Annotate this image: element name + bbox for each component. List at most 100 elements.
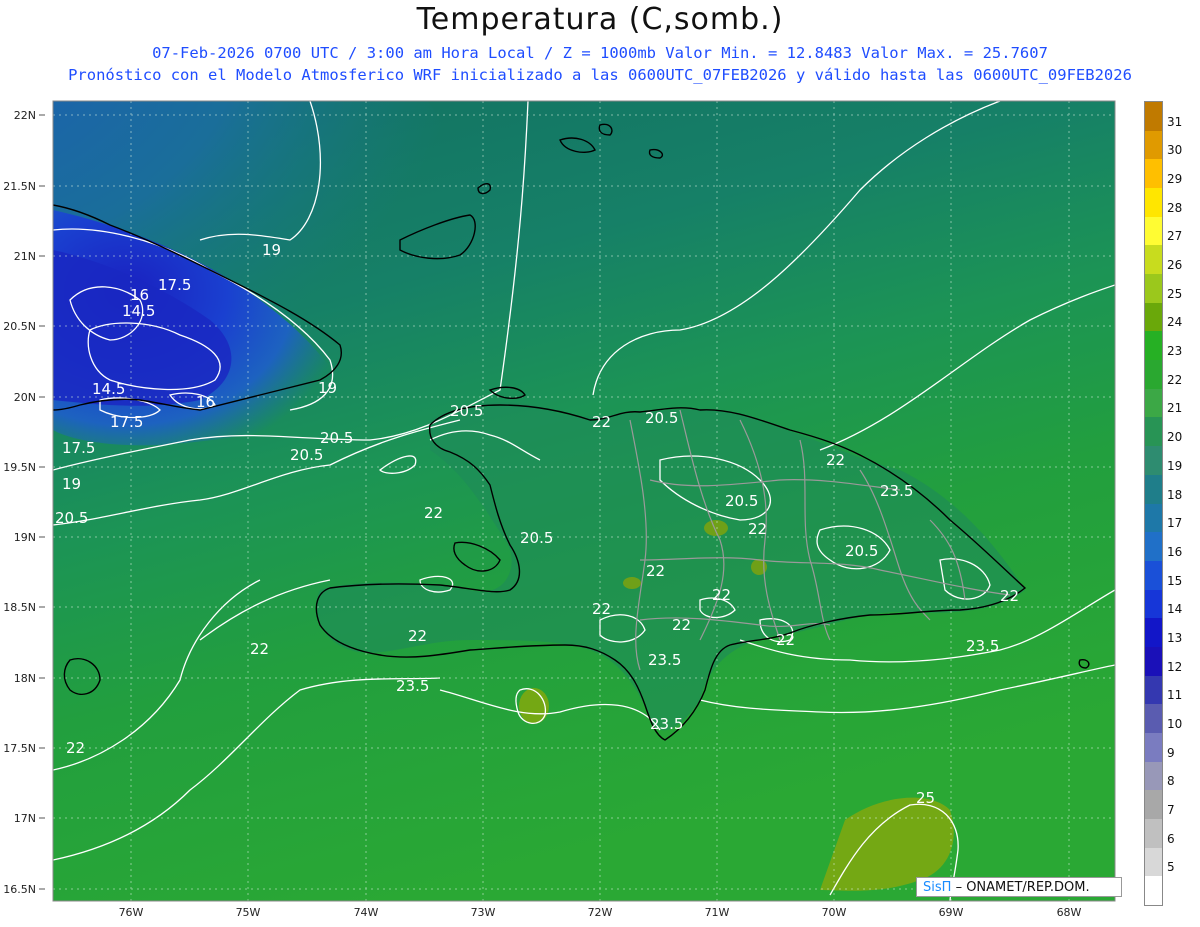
lon-tick-label: 71W [705,906,730,919]
lon-tick-label: 70W [822,906,847,919]
contour-label: 22 [592,413,611,431]
forecast-map: 19 17.5 16 14.5 14.5 17.5 16 19 17.5 20.… [3,100,1116,919]
contour-label: 23.5 [396,677,429,695]
legend-label: 14 [1167,602,1183,617]
contour-label: 22 [250,640,269,658]
lon-tick-label: 73W [471,906,496,919]
legend-label: 19 [1167,458,1183,473]
contour-label: 17.5 [110,413,143,431]
lat-tick-label: 18.5N [3,601,36,614]
lat-tick-label: 17N [14,812,36,825]
legend-label: 17 [1167,516,1183,531]
legend-label: 26 [1167,258,1183,273]
legend-label: 15 [1167,573,1183,588]
legend-swatch [1145,159,1162,189]
legend-swatch [1145,589,1162,619]
legend-swatch [1145,790,1162,820]
lat-tick-label: 20.5N [3,320,36,333]
legend-label: 16 [1167,544,1183,559]
legend-label: 5 [1167,860,1175,875]
lat-tick-label: 21N [14,250,36,263]
legend-label: 25 [1167,286,1183,301]
legend-label: 31 [1167,114,1183,129]
contour-label: 22 [66,739,85,757]
legend-swatch [1145,761,1162,791]
latitude-axis: 22N 21.5N 21N 20.5N 20N 19.5N 19N 18.5N … [3,109,36,896]
contour-label: 17.5 [62,439,95,457]
legend-label: 11 [1167,688,1183,703]
contour-label: 20.5 [725,492,758,510]
legend-label: 23 [1167,344,1183,359]
legend-swatch [1145,216,1162,246]
legend-swatch [1145,388,1162,418]
contour-label: 22 [672,616,691,634]
lat-tick-label: 21.5N [3,180,36,193]
legend-swatch [1145,274,1162,304]
lon-tick-label: 76W [119,906,144,919]
contour-label: 20.5 [290,446,323,464]
legend-swatch [1145,102,1162,132]
legend-label: 30 [1167,143,1183,158]
contour-label: 14.5 [92,380,125,398]
legend-swatch [1145,417,1162,447]
credit-box: SisΠ – ONAMET/REP.DOM. [916,877,1122,897]
legend-label: 24 [1167,315,1183,330]
legend-label: 6 [1167,831,1175,846]
contour-label: 16 [196,393,215,411]
color-legend [1144,101,1163,906]
legend-label: 29 [1167,172,1183,187]
lat-tick-label: 19.5N [3,461,36,474]
contour-label: 22 [592,600,611,618]
legend-swatch [1145,503,1162,533]
legend-swatch [1145,732,1162,763]
contour-label: 23.5 [648,651,681,669]
legend-label: 7 [1167,802,1175,817]
contour-label: 19 [62,475,81,493]
contour-label: 22 [712,586,731,604]
lat-tick-label: 20N [14,391,36,404]
legend-swatch [1145,446,1162,476]
lat-tick-label: 17.5N [3,742,36,755]
legend-label: 10 [1167,716,1183,731]
contour-label: 19 [262,241,281,259]
lat-tick-label: 22N [14,109,36,122]
lon-tick-label: 68W [1057,906,1082,919]
credit-brand: SisΠ [923,880,952,895]
contour-label: 20.5 [845,542,878,560]
contour-label: 20.5 [520,529,553,547]
contour-label: 20.5 [450,402,483,420]
legend-swatch [1145,360,1162,390]
contour-label: 23.5 [966,637,999,655]
legend-swatch [1145,646,1162,677]
legend-swatch [1145,618,1162,648]
legend-label: 18 [1167,487,1183,502]
legend-label: 9 [1167,745,1175,760]
lat-tick-label: 16.5N [3,883,36,896]
lon-tick-label: 69W [939,906,964,919]
longitude-axis: 76W 75W 74W 73W 72W 71W 70W 69W 68W [119,906,1082,919]
contour-label: 17.5 [158,276,191,294]
legend-label: 21 [1167,401,1183,416]
contour-label: 22 [776,631,795,649]
credit-org: – ONAMET/REP.DOM. [955,880,1090,895]
legend-swatch [1145,331,1162,361]
legend-swatch [1145,876,1162,906]
legend-label: 27 [1167,229,1183,244]
contour-label: 20.5 [645,409,678,427]
lat-tick-label: 18N [14,672,36,685]
legend-label: 12 [1167,659,1183,674]
legend-swatch [1145,188,1162,218]
lon-tick-label: 74W [354,906,379,919]
contour-label: 25 [916,789,935,807]
contour-label: 22 [748,520,767,538]
legend-swatch [1145,847,1162,877]
lat-ticks [39,114,45,890]
legend-label: 20 [1167,430,1183,445]
legend-swatch [1145,532,1162,562]
legend-label: 22 [1167,372,1183,387]
contour-label: 20.5 [55,509,88,527]
contour-label: 14.5 [122,302,155,320]
contour-label: 22 [826,451,845,469]
contour-label: 19 [318,379,337,397]
contour-label: 23.5 [880,482,913,500]
